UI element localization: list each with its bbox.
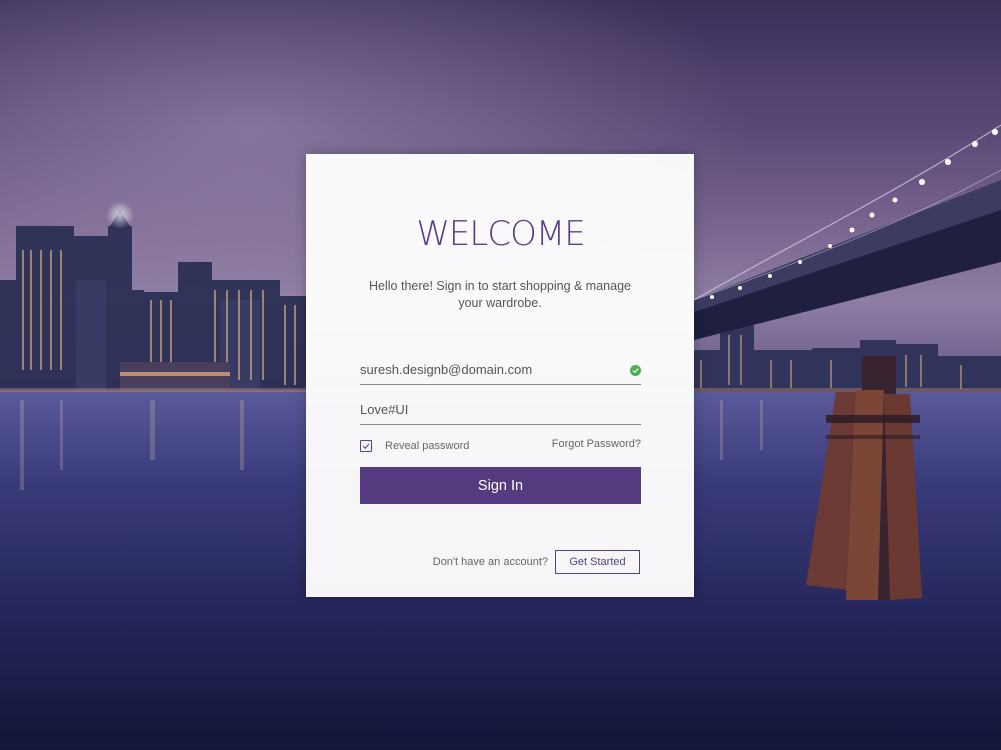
forgot-password-link[interactable]: Forgot Password?: [540, 438, 641, 450]
get-started-button[interactable]: Get Started: [555, 550, 640, 574]
email-input[interactable]: [360, 360, 620, 378]
check-circle-icon: [630, 365, 641, 376]
sign-in-button[interactable]: Sign In: [360, 467, 641, 504]
welcome-subtitle: Hello there! Sign in to start shopping &…: [350, 278, 650, 312]
password-input[interactable]: [360, 400, 620, 418]
subtitle-line-1: Hello there! Sign in to start shopping &…: [369, 279, 631, 293]
subtitle-line-2: your wardrobe.: [458, 296, 542, 310]
password-field: [360, 398, 641, 425]
reveal-password-toggle[interactable]: Reveal password: [360, 438, 469, 454]
email-field: [360, 358, 641, 385]
no-account-text: Don't have an account?: [432, 556, 548, 568]
checkbox-checked-icon[interactable]: [360, 440, 372, 452]
reveal-password-label: Reveal password: [385, 440, 470, 452]
welcome-title: WELCOME: [416, 214, 585, 254]
